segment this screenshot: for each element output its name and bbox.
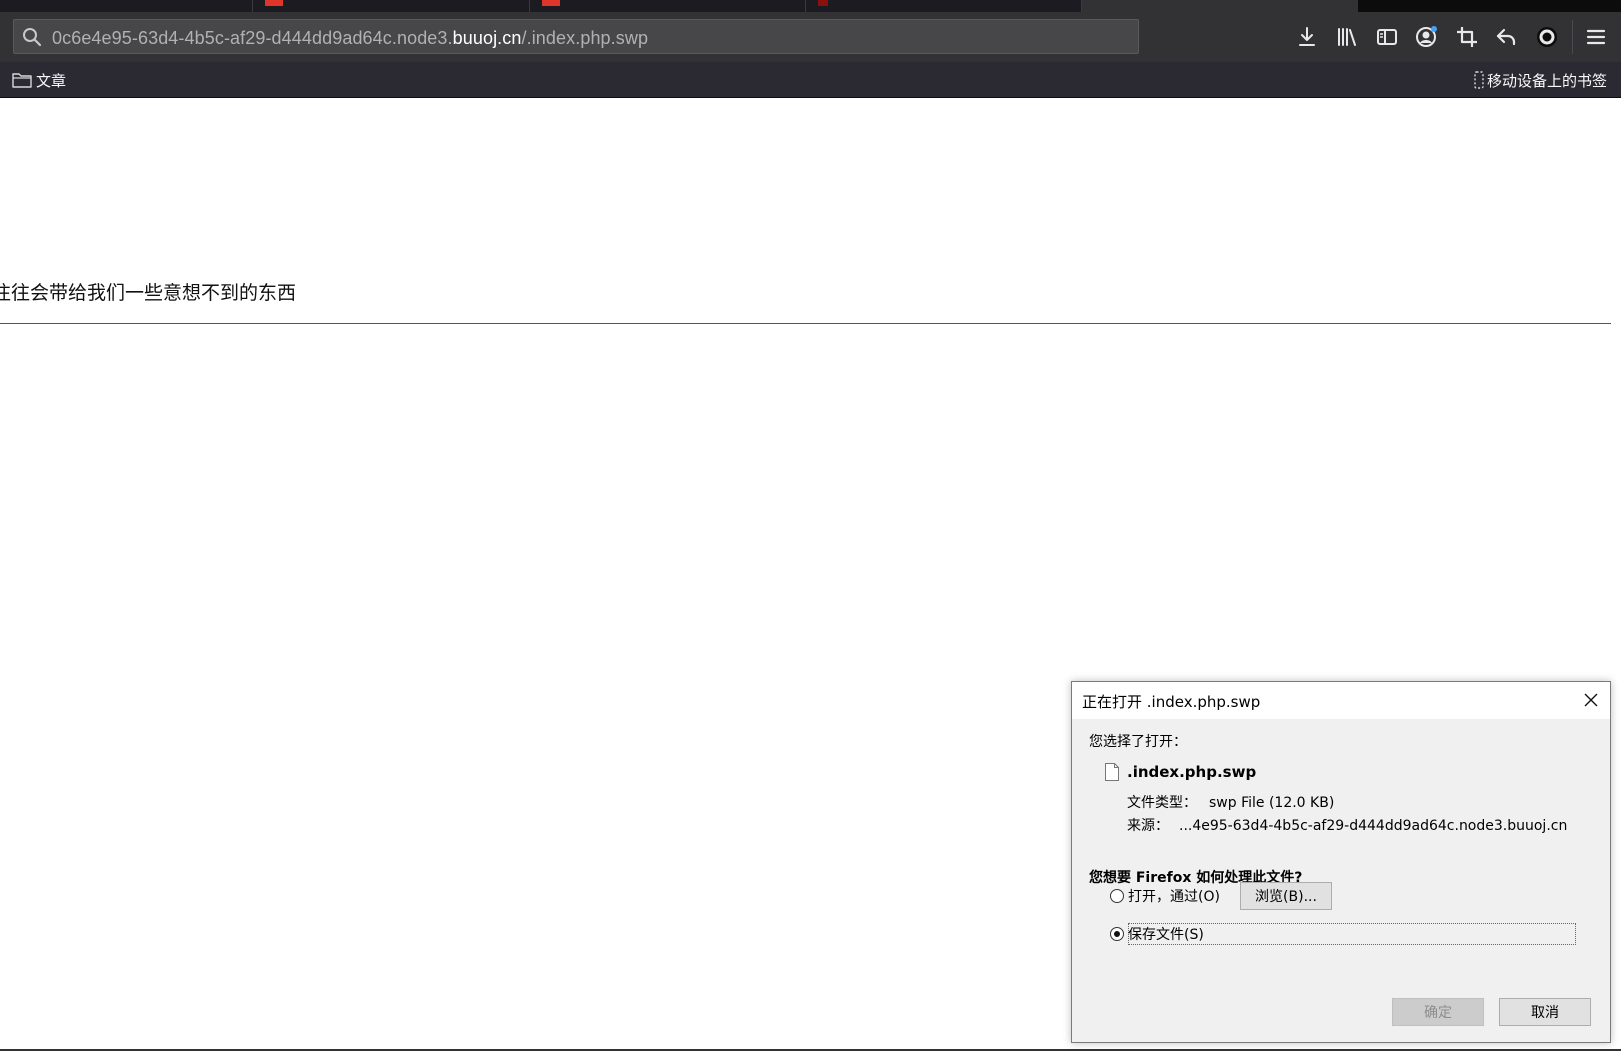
- tab[interactable]: [806, 0, 1082, 12]
- account-icon[interactable]: [1414, 24, 1440, 50]
- mobile-bookmarks[interactable]: 移动设备上的书签: [1473, 69, 1607, 91]
- circle-extension-icon[interactable]: [1534, 24, 1560, 50]
- bookmarks-toolbar: 文章 移动设备上的书签: [0, 62, 1621, 98]
- tab-favicon: [818, 0, 828, 6]
- download-icon[interactable]: [1294, 24, 1320, 50]
- tab[interactable]: [253, 0, 530, 12]
- url-text: 0c6e4e95-63d4-4b5c-af29-d444dd9ad64c.nod…: [52, 28, 648, 49]
- file-icon: [1105, 763, 1119, 781]
- tab-favicon: [542, 0, 560, 6]
- file-name: .index.php.swp: [1127, 763, 1257, 781]
- search-icon: [23, 28, 42, 47]
- file-source-key: 来源：: [1127, 818, 1169, 834]
- library-icon[interactable]: [1334, 24, 1360, 50]
- open-with-option[interactable]: 打开，通过(O): [1110, 884, 1220, 908]
- toolbar-separator: [1572, 20, 1573, 54]
- open-with-radio[interactable]: [1110, 889, 1124, 903]
- url-host: buuoj.cn: [452, 28, 522, 48]
- page-text: 往往会带给我们一些意想不到的东西: [0, 282, 297, 304]
- tab[interactable]: [0, 0, 253, 12]
- hamburger-menu-icon[interactable]: [1583, 24, 1609, 50]
- file-type-key: 文件类型：: [1127, 795, 1197, 811]
- url-prefix: 0c6e4e95-63d4-4b5c-af29-d444dd9ad64c.nod…: [52, 28, 453, 48]
- url-path: /.index.php.swp: [521, 28, 649, 48]
- tab-strip: [0, 0, 1621, 12]
- ok-button[interactable]: 确定: [1392, 998, 1484, 1026]
- save-file-radio[interactable]: [1110, 927, 1124, 941]
- browse-button[interactable]: 浏览(B)...: [1240, 882, 1332, 910]
- open-with-label: 打开，通过(O): [1128, 889, 1220, 905]
- file-source-row: 来源： ...4e95-63d4-4b5c-af29-d444dd9ad64c.n…: [1127, 815, 1567, 835]
- url-bar[interactable]: 0c6e4e95-63d4-4b5c-af29-d444dd9ad64c.nod…: [13, 19, 1139, 54]
- tab-favicon: [265, 0, 283, 6]
- dialog-titlebar[interactable]: 正在打开 .index.php.swp: [1072, 682, 1610, 719]
- open-file-dialog: 正在打开 .index.php.swp 您选择了打开： .index.php.s…: [1071, 681, 1611, 1043]
- dialog-title: 正在打开 .index.php.swp: [1082, 693, 1261, 711]
- sidebar-icon[interactable]: [1374, 24, 1400, 50]
- horizontal-rule: [0, 323, 1611, 324]
- save-file-option[interactable]: 保存文件(S): [1110, 922, 1204, 946]
- bookmark-folder-label: 文章: [36, 72, 67, 90]
- cancel-button[interactable]: 取消: [1499, 998, 1591, 1026]
- bookmark-folder[interactable]: 文章: [12, 69, 66, 91]
- tab[interactable]: [530, 0, 806, 12]
- undo-icon[interactable]: [1494, 24, 1520, 50]
- tab-active[interactable]: [1082, 0, 1358, 12]
- screenshot-icon[interactable]: [1454, 24, 1480, 50]
- close-icon[interactable]: [1582, 691, 1600, 709]
- file-source-value: ...4e95-63d4-4b5c-af29-d444dd9ad64c.node…: [1179, 818, 1568, 834]
- save-file-label: 保存文件(S): [1128, 927, 1204, 943]
- file-type-row: 文件类型： swp File (12.0 KB): [1127, 792, 1334, 812]
- mobile-device-icon: [1474, 71, 1484, 89]
- file-type-value: swp File (12.0 KB): [1209, 795, 1335, 811]
- dialog-prompt: 您选择了打开：: [1089, 734, 1187, 750]
- mobile-bookmarks-label: 移动设备上的书签: [1486, 72, 1607, 90]
- nav-bar: 0c6e4e95-63d4-4b5c-af29-d444dd9ad64c.nod…: [0, 12, 1621, 62]
- folder-icon: [12, 73, 32, 88]
